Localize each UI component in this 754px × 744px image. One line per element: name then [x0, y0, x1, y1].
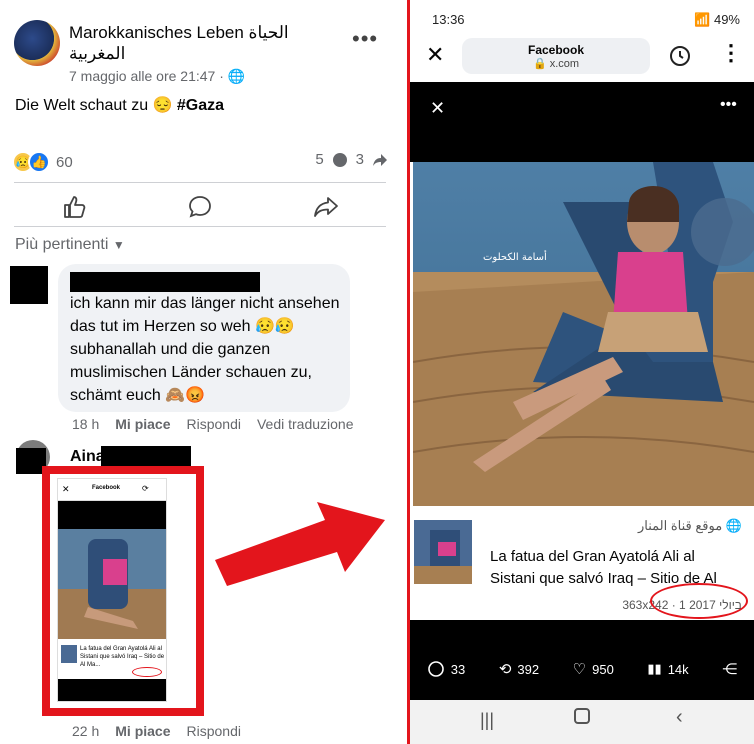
- phone-screenshot-panel: 13:36 📶 49% ✕ Facebook 🔒 x.com ⋮ ✕ ••• أ…: [407, 0, 754, 744]
- comment-time: 22 h: [72, 723, 100, 739]
- comment-button[interactable]: [186, 193, 214, 221]
- divider: [14, 226, 386, 227]
- post-actions: 33 ⟲ 392 ♡ 950 ▮▮ 14k ⋲: [410, 660, 754, 678]
- see-translation-link[interactable]: Vedi traduzione: [257, 416, 354, 432]
- tweet-photo[interactable]: أسامة الكحلوت: [413, 162, 754, 506]
- home-icon[interactable]: [574, 708, 590, 724]
- viewer-more-icon[interactable]: •••: [720, 96, 737, 114]
- comment-actions: 22 h Mi piace Rispondi: [72, 723, 241, 739]
- comment-time: 18 h: [72, 416, 100, 432]
- back-icon[interactable]: ‹: [676, 706, 683, 729]
- status-time: 13:36: [432, 12, 465, 27]
- more-menu-icon[interactable]: ⋮: [720, 40, 742, 66]
- share-icon: ⋲: [722, 661, 738, 678]
- repost-icon: ⟲: [498, 661, 512, 678]
- post-timestamp[interactable]: 7 maggio alle ore 21:47 · 🌐: [69, 68, 245, 85]
- history-icon[interactable]: [668, 44, 692, 68]
- page-avatar[interactable]: [14, 20, 60, 66]
- comment-reply-button[interactable]: Rispondi: [187, 416, 241, 432]
- chevron-down-icon: ▼: [112, 238, 125, 252]
- pointing-arrow-icon: [215, 502, 385, 586]
- post-text: Die Welt schaut zu 😔 #Gaza: [15, 97, 225, 114]
- comment-text: ich kann mir das länger nicht ansehen da…: [70, 295, 340, 404]
- share-count-icon: [373, 153, 387, 166]
- browser-title: Facebook: [527, 43, 584, 57]
- card-source: موقع قناة المنار 🌐: [637, 518, 742, 533]
- viewer-close-icon[interactable]: ✕: [430, 98, 445, 119]
- redacted-avatar: [10, 266, 48, 304]
- comment-like-button[interactable]: Mi piace: [115, 723, 170, 739]
- share-count: 3: [355, 151, 364, 168]
- hashtag-link[interactable]: #Gaza: [177, 97, 224, 114]
- commenter-name[interactable]: Aina: [70, 448, 105, 466]
- views-icon: ▮▮: [647, 661, 662, 676]
- browser-toolbar: ✕ Facebook 🔒 x.com ⋮: [410, 34, 754, 82]
- share-button[interactable]: ⋲: [722, 660, 737, 678]
- comments-shares-summary[interactable]: 5 3: [315, 151, 388, 168]
- reply-icon: [427, 661, 444, 677]
- recents-icon[interactable]: |||: [480, 710, 494, 731]
- close-icon[interactable]: ✕: [426, 42, 444, 68]
- comment-count: 5: [315, 151, 324, 168]
- android-nav-bar: ||| ‹: [410, 700, 754, 744]
- comment-count-icon: [332, 152, 347, 167]
- reply-button[interactable]: 33: [427, 660, 465, 678]
- globe-icon: 🌐: [227, 68, 246, 84]
- views-button[interactable]: ▮▮ 14k: [647, 661, 688, 677]
- like-button[interactable]: ♡ 950: [573, 660, 614, 678]
- url-box[interactable]: Facebook 🔒 x.com: [462, 38, 650, 74]
- reaction-count: 60: [56, 153, 73, 171]
- redacted-name: [70, 272, 260, 292]
- photo-watermark: أسامة الكحلوت: [483, 250, 547, 263]
- date-highlight-oval: [650, 583, 748, 619]
- wifi-icon: 📶: [694, 12, 711, 27]
- heart-icon: ♡: [572, 661, 587, 678]
- more-options-icon[interactable]: •••: [352, 26, 378, 52]
- card-thumbnail: [414, 520, 472, 584]
- page-name[interactable]: Marokkanisches Leben الحياة المغربية: [69, 22, 309, 64]
- share-button[interactable]: [312, 193, 340, 221]
- media-viewer-top: ✕ •••: [410, 82, 754, 162]
- comment-actions: 18 h Mi piace Rispondi Vedi traduzione: [72, 416, 354, 432]
- highlight-frame: [42, 466, 204, 716]
- like-reaction-icon: 👍: [28, 151, 50, 173]
- repost-button[interactable]: ⟲ 392: [499, 660, 539, 678]
- redacted-name: [101, 446, 191, 466]
- reactions-summary[interactable]: 😥 👍 60: [12, 151, 73, 173]
- facebook-post-panel: Marokkanisches Leben الحياة المغربية 7 m…: [0, 0, 398, 744]
- comment-sort-dropdown[interactable]: Più pertinenti ▼: [15, 236, 125, 254]
- status-battery: 📶 49%: [694, 12, 740, 27]
- globe-icon: 🌐: [725, 518, 742, 533]
- like-button[interactable]: [60, 193, 88, 221]
- photo-image: أسامة الكحلوت: [413, 162, 754, 506]
- comment-like-button[interactable]: Mi piace: [115, 416, 170, 432]
- divider: [14, 182, 386, 183]
- browser-url: 🔒 x.com: [532, 58, 580, 70]
- lock-icon: 🔒: [532, 58, 547, 70]
- comment-reply-button[interactable]: Rispondi: [187, 723, 241, 739]
